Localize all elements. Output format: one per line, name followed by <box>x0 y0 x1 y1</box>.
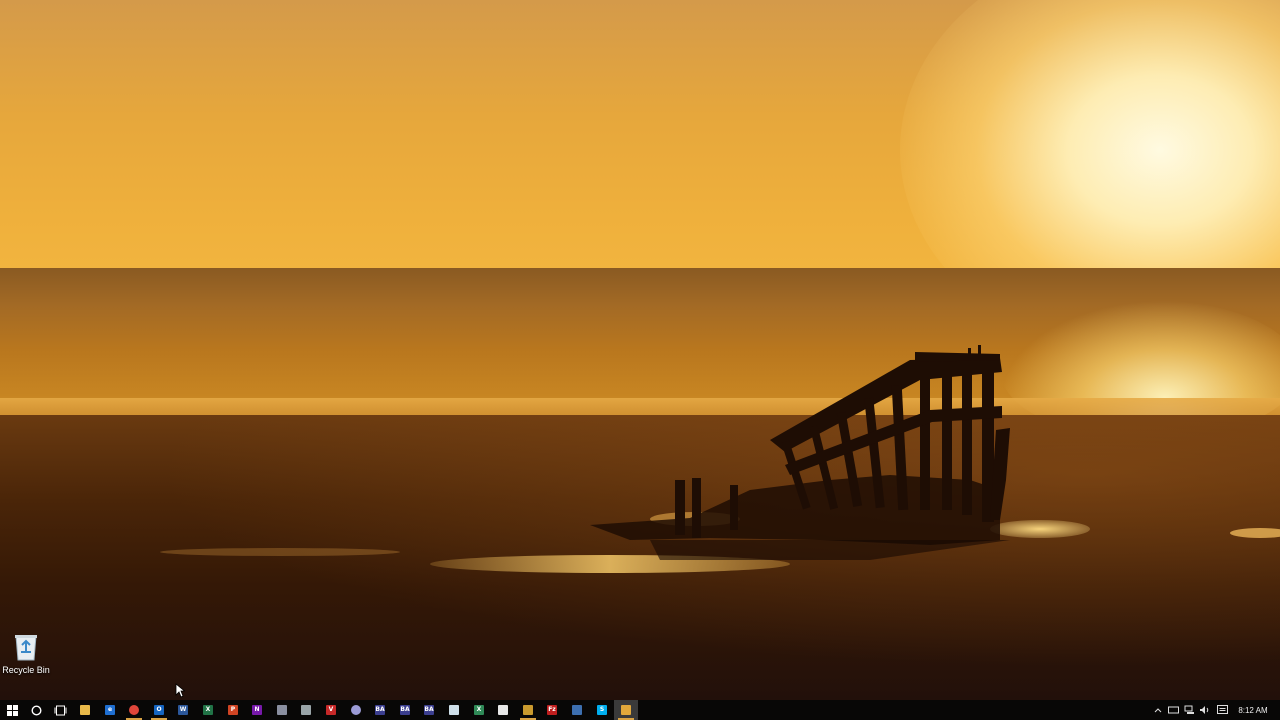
start-button[interactable] <box>0 700 24 720</box>
mouse-cursor-icon <box>175 683 185 698</box>
network-icon <box>1184 705 1194 714</box>
taskbar-app-edge[interactable]: e <box>98 700 122 720</box>
app-ba-2-icon: BA <box>400 705 410 715</box>
taskbar-app-notepad[interactable] <box>442 700 466 720</box>
speaker-icon <box>1199 706 1208 714</box>
snipping-tool-icon <box>277 705 287 715</box>
file-explorer-icon <box>80 705 90 715</box>
paint-icon <box>301 705 311 715</box>
taskbar-app-app-ba-3[interactable]: BA <box>417 700 441 720</box>
taskbar: e O W X P N V BA BA BA X Fz S 8:12 AM <box>0 700 1280 720</box>
volume-button[interactable] <box>1197 700 1211 720</box>
taskbar-app-app-ba-2[interactable]: BA <box>393 700 417 720</box>
action-center-icon <box>1216 705 1228 714</box>
windows-logo-icon <box>6 704 18 716</box>
tools-icon <box>523 705 533 715</box>
show-hidden-icons-chevron-icon <box>1154 708 1162 713</box>
taskbar-app-settings-gear[interactable] <box>614 700 638 720</box>
notepad-icon <box>449 705 459 715</box>
onenote-icon: N <box>252 705 262 715</box>
document-icon <box>498 705 508 715</box>
task-view-button[interactable] <box>48 700 72 720</box>
taskbar-app-filezilla[interactable]: Fz <box>540 700 564 720</box>
taskbar-app-document[interactable] <box>491 700 515 720</box>
taskbar-app-antivirus[interactable]: V <box>319 700 343 720</box>
remote-desktop-icon <box>572 705 582 715</box>
taskbar-app-outlook[interactable]: O <box>147 700 171 720</box>
desktop-icon-label: Recycle Bin <box>2 665 50 675</box>
taskbar-clock[interactable]: 8:12 AM <box>1232 700 1274 720</box>
taskbar-app-remote-desktop[interactable] <box>565 700 589 720</box>
wallpaper-shipwreck <box>590 345 1010 560</box>
settings-gear-icon <box>621 705 631 715</box>
chrome-icon <box>129 705 139 715</box>
cortana-search-button[interactable] <box>24 700 48 720</box>
taskbar-app-paint[interactable] <box>294 700 318 720</box>
app-ba-3-icon: BA <box>424 705 434 715</box>
taskbar-app-snipping-tool[interactable] <box>270 700 294 720</box>
desktop-wallpaper <box>0 0 1280 700</box>
tray-app-button[interactable] <box>1166 700 1180 720</box>
outlook-icon: O <box>154 705 164 715</box>
excel-file-icon: X <box>474 705 484 715</box>
filezilla-icon: Fz <box>547 705 557 715</box>
edge-icon: e <box>105 705 115 715</box>
recycle-bin-icon <box>15 635 37 661</box>
word-icon: W <box>178 705 188 715</box>
taskbar-app-file-explorer[interactable] <box>73 700 97 720</box>
taskbar-app-browser[interactable] <box>344 700 368 720</box>
powerpoint-icon: P <box>228 705 238 715</box>
taskbar-app-app-ba-1[interactable]: BA <box>368 700 392 720</box>
taskbar-app-excel-file[interactable]: X <box>467 700 491 720</box>
browser-icon <box>351 705 361 715</box>
network-button[interactable] <box>1182 700 1196 720</box>
show-hidden-icons-button[interactable] <box>1152 700 1164 720</box>
taskbar-app-chrome[interactable] <box>122 700 146 720</box>
cortana-circle-icon <box>30 704 42 716</box>
taskbar-app-word[interactable]: W <box>171 700 195 720</box>
taskbar-app-excel[interactable]: X <box>196 700 220 720</box>
task-view-icon <box>54 705 66 715</box>
antivirus-icon: V <box>326 705 336 715</box>
wallpaper-puddle <box>160 548 400 556</box>
action-center-button[interactable] <box>1214 700 1230 720</box>
skype-icon: S <box>597 705 607 715</box>
taskbar-app-onenote[interactable]: N <box>245 700 269 720</box>
keyboard-icon <box>1167 706 1179 714</box>
taskbar-app-tools[interactable] <box>516 700 540 720</box>
app-ba-1-icon: BA <box>375 705 385 715</box>
taskbar-app-skype[interactable]: S <box>590 700 614 720</box>
excel-icon: X <box>203 705 213 715</box>
desktop-icon-recycle-bin[interactable]: Recycle Bin <box>2 632 50 675</box>
taskbar-app-powerpoint[interactable]: P <box>221 700 245 720</box>
